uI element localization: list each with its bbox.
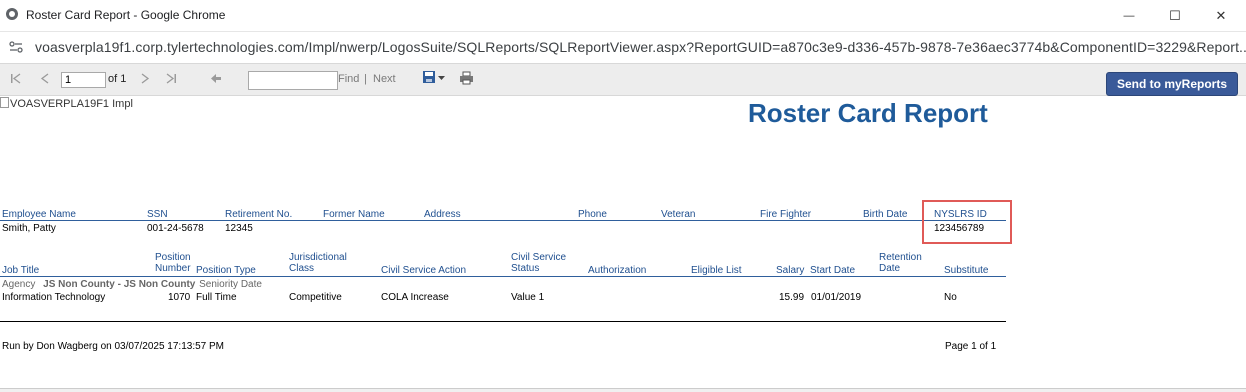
- first-page-icon[interactable]: [10, 73, 22, 84]
- minimize-button[interactable]: —: [1106, 0, 1152, 31]
- header-civil-service-status: Civil Service Status: [511, 252, 566, 274]
- header-authorization: Authorization: [588, 265, 647, 276]
- header-retention-date: Retention Date: [879, 252, 922, 274]
- report-title: Roster Card Report: [748, 98, 988, 128]
- logo-alt-text: VOASVERPLA19F1 Impl: [10, 98, 133, 110]
- civil-service-action-value: COLA Increase: [381, 292, 449, 303]
- employee-ssn: 001-24-5678: [147, 223, 204, 234]
- run-by-text: Run by Don Wagberg on 03/07/2025 17:13:5…: [2, 341, 225, 352]
- position-number-value: 1070: [168, 292, 191, 303]
- header-employee-name: Employee Name: [2, 209, 76, 220]
- header-retention-line1: Retention: [879, 252, 922, 263]
- header-former-name: Former Name: [323, 209, 385, 220]
- seniority-date-label: Seniority Date: [199, 279, 262, 290]
- previous-page-icon[interactable]: [40, 73, 50, 84]
- back-icon[interactable]: [210, 73, 222, 84]
- page-indicator: Page 1 of 1: [945, 341, 997, 352]
- header-eligible-list: Eligible List: [691, 265, 742, 276]
- maximize-icon: ☐: [1169, 7, 1181, 23]
- close-icon: ✕: [1215, 7, 1227, 23]
- header-jurisdictional-line1: Jurisdictional: [289, 252, 347, 263]
- broken-image-icon: [0, 97, 9, 108]
- substitute-value: No: [944, 292, 957, 303]
- salary-value: 15.99: [779, 292, 805, 303]
- header-address: Address: [424, 209, 461, 220]
- header-jurisdictional-class: Jurisdictional Class: [289, 252, 347, 274]
- header-position-number-line1: Position: [155, 252, 191, 263]
- header-salary: Salary: [776, 265, 805, 276]
- footer-rule: [0, 321, 1006, 322]
- find-link[interactable]: Find: [338, 73, 359, 85]
- header-veteran: Veteran: [661, 209, 696, 220]
- employee-name: Smith, Patty: [2, 223, 56, 234]
- header-ssn: SSN: [147, 209, 168, 220]
- page-number-input[interactable]: [61, 72, 106, 88]
- address-bar[interactable]: voasverpla19f1.corp.tylertechnologies.co…: [0, 32, 1246, 62]
- header-jurisdictional-line2: Class: [289, 263, 315, 274]
- jurisdictional-class-value: Competitive: [289, 292, 342, 303]
- header-fire-fighter: Fire Fighter: [760, 209, 812, 220]
- header-cs-status-line2: Status: [511, 263, 540, 274]
- next-page-icon[interactable]: [140, 73, 150, 84]
- header-phone: Phone: [578, 209, 607, 220]
- civil-service-status-value: Value 1: [511, 292, 545, 303]
- print-icon[interactable]: [459, 71, 474, 85]
- report-logo: VOASVERPLA19F1 Impl: [0, 97, 133, 110]
- site-settings-icon[interactable]: [9, 41, 23, 53]
- header-birth-date: Birth Date: [863, 209, 908, 220]
- send-to-myreports-button[interactable]: Send to myReports: [1106, 72, 1238, 96]
- export-dropdown-icon[interactable]: [438, 76, 445, 81]
- window-bottom-edge: [0, 388, 1246, 392]
- header-retention-line2: Date: [879, 263, 901, 274]
- header-retirement-no: Retirement No.: [225, 209, 293, 220]
- header-position-number-line2: Number: [155, 263, 191, 274]
- header-position-type: Position Type: [196, 265, 256, 276]
- agency-label: Agency: [2, 279, 36, 290]
- header-civil-service-action: Civil Service Action: [381, 265, 467, 276]
- report-toolbar: of 1 Find | Next Send to myReports: [0, 63, 1246, 96]
- minimize-icon: —: [1123, 9, 1135, 22]
- find-separator: |: [364, 73, 367, 85]
- chrome-icon-inner: [9, 11, 15, 17]
- find-input[interactable]: [248, 71, 338, 90]
- position-type-value: Full Time: [196, 292, 237, 303]
- header-start-date: Start Date: [810, 265, 856, 276]
- export-save-icon[interactable]: [422, 70, 436, 84]
- last-page-icon[interactable]: [165, 73, 177, 84]
- maximize-button[interactable]: ☐: [1152, 0, 1198, 31]
- close-button[interactable]: ✕: [1198, 0, 1244, 31]
- window-title: Roster Card Report - Google Chrome: [26, 8, 226, 22]
- header-cs-status-line1: Civil Service: [511, 252, 567, 263]
- agency-value: JS Non County - JS Non County: [43, 279, 196, 290]
- agency-row: Agency JS Non County - JS Non County Sen…: [2, 279, 262, 290]
- employee-retirement-no: 12345: [225, 223, 253, 234]
- page-count-label: of 1: [108, 73, 127, 85]
- employee-header-rule: [0, 220, 1006, 221]
- job-header-rule: [0, 276, 1006, 277]
- header-position-number: Position Number: [155, 252, 191, 274]
- window-title-bar: Roster Card Report - Google Chrome — ☐ ✕: [0, 0, 1246, 32]
- header-substitute: Substitute: [944, 265, 989, 276]
- find-next-link[interactable]: Next: [373, 73, 396, 85]
- url-text[interactable]: voasverpla19f1.corp.tylertechnologies.co…: [35, 39, 1246, 55]
- start-date-value: 01/01/2019: [811, 292, 862, 303]
- header-job-title: Job Title: [2, 265, 40, 276]
- job-title-value: Information Technology: [2, 292, 106, 303]
- highlight-box: [922, 200, 1012, 244]
